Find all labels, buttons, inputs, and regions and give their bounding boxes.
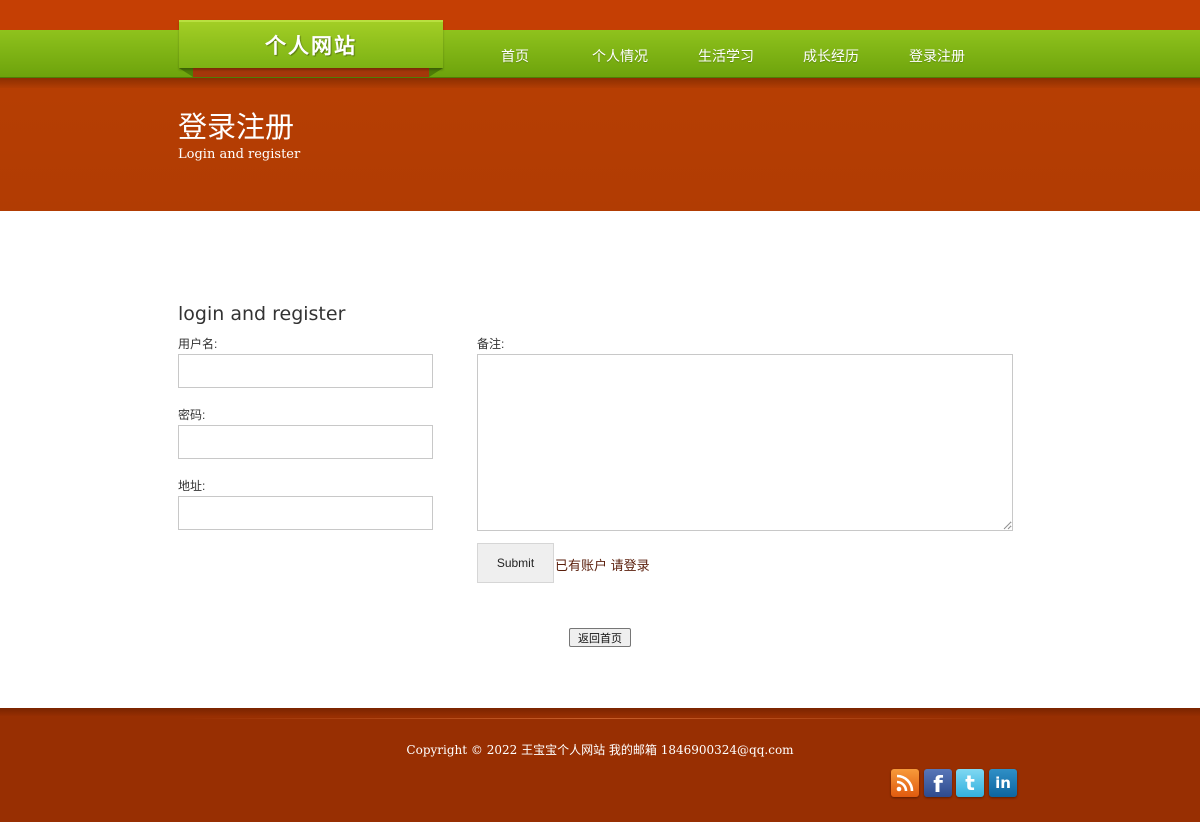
password-input[interactable] [178,425,433,459]
facebook-icon[interactable]: f [924,769,952,798]
nav-item-life-study[interactable]: 生活学习 [698,46,754,66]
copyright-text: Copyright © 2022 王宝宝个人网站 我的邮箱 1846900324… [406,743,794,757]
page-subtitle: Login and register [178,147,301,162]
logo-ribbon-fold-left [179,68,193,77]
nav-item-login-register[interactable]: 登录注册 [909,46,965,66]
footer [0,708,1200,822]
username-input[interactable] [178,354,433,388]
footer-top-edge [0,708,1200,716]
submit-button[interactable]: Submit [477,543,554,583]
address-label: 地址: [178,479,206,493]
memo-textarea[interactable] [477,354,1013,531]
linkedin-icon[interactable]: in [989,769,1017,797]
back-home-button[interactable]: 返回首页 [569,628,631,647]
site-logo-text: 个人网站 [265,34,357,58]
page-title: 登录注册 [178,112,295,144]
memo-label: 备注: [477,337,505,351]
nav-item-home[interactable]: 首页 [501,46,529,66]
logo-tab-underside [193,68,429,77]
address-input[interactable] [178,496,433,530]
site-logo[interactable]: 个人网站 [179,20,443,68]
nav-item-growth[interactable]: 成长经历 [803,46,859,66]
twitter-icon[interactable]: t [956,769,984,797]
logo-ribbon-fold-right [429,68,443,77]
username-label: 用户名: [178,337,218,351]
textarea-resize-handle[interactable] [1002,520,1012,530]
nav-item-profile[interactable]: 个人情况 [592,46,648,66]
password-label: 密码: [178,408,206,422]
login-link[interactable]: 已有账户 请登录 [555,555,650,574]
rss-icon[interactable] [891,769,919,797]
form-heading: login and register [178,303,346,325]
nav-shadow [0,78,1200,88]
footer-divider [180,718,1020,719]
